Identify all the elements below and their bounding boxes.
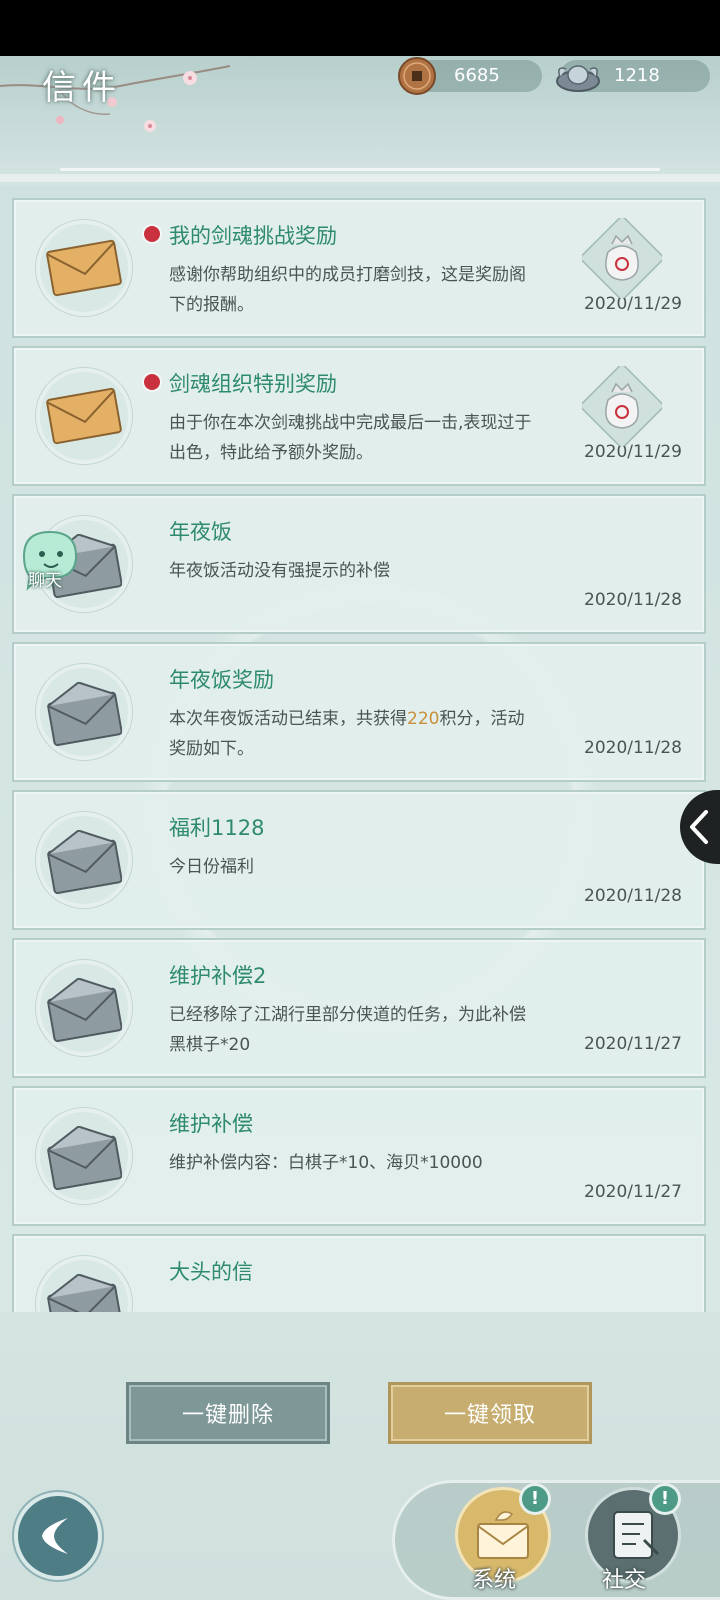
envelope-frame bbox=[36, 812, 132, 908]
system-notification-badge: ! bbox=[522, 1486, 548, 1512]
mail-item[interactable]: 福利1128 今日份福利 2020/11/28 bbox=[12, 790, 706, 930]
header-divider bbox=[60, 168, 660, 171]
side-expand-tab[interactable] bbox=[680, 790, 720, 864]
mail-title: 大头的信 bbox=[169, 1260, 253, 1284]
chat-label[interactable]: 聊天 bbox=[28, 566, 62, 591]
sealed-envelope-icon bbox=[46, 387, 122, 445]
unread-indicator bbox=[144, 226, 160, 242]
mail-date: 2020/11/27 bbox=[584, 1182, 682, 1202]
header: 信件 6685 1218 bbox=[0, 56, 720, 186]
envelope-frame bbox=[36, 960, 132, 1056]
tab-social-label: 社交 bbox=[602, 1568, 647, 1593]
envelope-frame bbox=[36, 220, 132, 316]
envelope-frame bbox=[36, 1108, 132, 1204]
copper-currency[interactable]: 6685 bbox=[398, 57, 542, 95]
social-notification-badge: ! bbox=[652, 1486, 678, 1512]
mail-preview: 本次年夜饭活动已结束，共获得220积分，活动奖励如下。 bbox=[169, 704, 539, 764]
mail-title: 年夜饭奖励 bbox=[169, 668, 274, 692]
mail-preview: 年夜饭活动没有强提示的补偿 bbox=[169, 561, 390, 581]
page-title: 信件 bbox=[42, 68, 122, 108]
delete-all-button[interactable]: 一键删除 bbox=[126, 1382, 330, 1444]
mail-item[interactable]: 我的剑魂挑战奖励 感谢你帮助组织中的成员打磨剑技，这是奖励阁下的报酬。 2020… bbox=[12, 198, 706, 338]
back-button[interactable] bbox=[18, 1496, 98, 1576]
envelope-frame bbox=[36, 664, 132, 760]
silver-ingot-icon bbox=[554, 56, 602, 97]
mail-item[interactable]: 剑魂组织特别奖励 由于你在本次剑魂挑战中完成最后一击,表现过于出色，特此给予额外… bbox=[12, 346, 706, 486]
copper-coin-icon bbox=[396, 56, 438, 97]
mail-preview-text: 本次年夜饭活动已结束，共获得 bbox=[169, 709, 407, 729]
mail-title: 我的剑魂挑战奖励 bbox=[169, 224, 337, 248]
mail-title: 年夜饭 bbox=[169, 520, 232, 544]
header-divider-band bbox=[0, 174, 720, 182]
sealed-envelope-icon bbox=[46, 239, 122, 297]
reward-pouch-icon[interactable] bbox=[582, 366, 662, 446]
chevron-left-icon bbox=[690, 810, 708, 844]
envelope-frame bbox=[36, 368, 132, 464]
opened-envelope-icon bbox=[47, 682, 122, 746]
mail-title: 维护补偿 bbox=[169, 1112, 253, 1136]
mail-date: 2020/11/27 bbox=[584, 1034, 682, 1054]
envelope-frame bbox=[36, 1256, 132, 1312]
opened-envelope-icon bbox=[47, 1274, 122, 1312]
mail-item[interactable]: 大头的信 bbox=[12, 1234, 706, 1312]
back-arrow-icon bbox=[42, 1518, 68, 1554]
mail-item[interactable]: 维护补偿2 已经移除了江湖行里部分侠道的任务，为此补偿黑棋子*20 2020/1… bbox=[12, 938, 706, 1078]
mail-title: 维护补偿2 bbox=[169, 964, 267, 988]
copper-amount: 6685 bbox=[454, 65, 500, 86]
silver-amount: 1218 bbox=[614, 65, 660, 86]
mail-title: 福利1128 bbox=[169, 816, 265, 840]
points-value: 220 bbox=[407, 709, 440, 729]
mail-preview: 由于你在本次剑魂挑战中完成最后一击,表现过于出色，特此给予额外奖励。 bbox=[169, 413, 532, 463]
mail-preview: 已经移除了江湖行里部分侠道的任务，为此补偿黑棋子*20 bbox=[169, 1005, 526, 1055]
unread-indicator bbox=[144, 374, 160, 390]
bottom-bar: 一键删除 一键领取 系统 社交 ! ! bbox=[0, 1312, 720, 1600]
mail-item[interactable]: 年夜饭奖励 本次年夜饭活动已结束，共获得220积分，活动奖励如下。 2020/1… bbox=[12, 642, 706, 782]
claim-all-button[interactable]: 一键领取 bbox=[388, 1382, 592, 1444]
silver-currency[interactable]: 1218 bbox=[556, 60, 710, 92]
status-bar bbox=[0, 0, 720, 56]
mail-title: 剑魂组织特别奖励 bbox=[169, 372, 337, 396]
mail-date: 2020/11/28 bbox=[584, 590, 682, 610]
mail-preview: 今日份福利 bbox=[169, 857, 254, 877]
mail-item[interactable]: 维护补偿 维护补偿内容：白棋子*10、海贝*10000 2020/11/27 bbox=[12, 1086, 706, 1226]
reward-pouch-icon[interactable] bbox=[582, 218, 662, 298]
mail-date: 2020/11/28 bbox=[584, 738, 682, 758]
mail-date: 2020/11/28 bbox=[584, 886, 682, 906]
mail-preview: 维护补偿内容：白棋子*10、海贝*10000 bbox=[169, 1153, 483, 1173]
opened-envelope-icon bbox=[47, 1126, 122, 1190]
mail-list[interactable]: 我的剑魂挑战奖励 感谢你帮助组织中的成员打磨剑技，这是奖励阁下的报酬。 2020… bbox=[0, 186, 720, 1312]
mail-preview: 感谢你帮助组织中的成员打磨剑技，这是奖励阁下的报酬。 bbox=[169, 265, 526, 315]
tab-system-label: 系统 bbox=[472, 1568, 517, 1593]
opened-envelope-icon bbox=[47, 978, 122, 1042]
mail-item[interactable]: 年夜饭 年夜饭活动没有强提示的补偿 2020/11/28 bbox=[12, 494, 706, 634]
opened-envelope-icon bbox=[47, 830, 122, 894]
